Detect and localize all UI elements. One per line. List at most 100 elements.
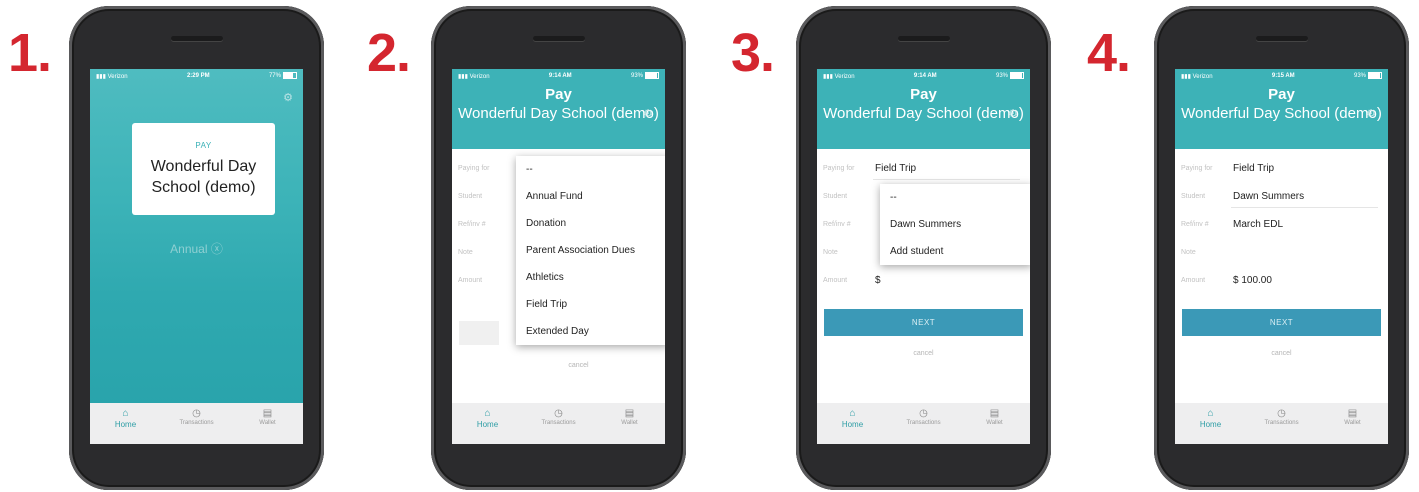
- ref-label: Ref/inv #: [1181, 221, 1209, 228]
- tab-wallet[interactable]: ▤ Wallet: [238, 408, 298, 426]
- tab-wallet-label: Wallet: [986, 420, 1003, 426]
- dropdown-option[interactable]: --: [880, 184, 1030, 211]
- tab-wallet-label: Wallet: [621, 420, 638, 426]
- next-button-hidden: [459, 321, 499, 345]
- phone-1: ▮▮▮ Verizon 2:29 PM 77% ⚙ PAY Wonderful …: [69, 6, 324, 490]
- next-button[interactable]: NEXT: [824, 309, 1023, 336]
- amount-value: $: [875, 275, 881, 286]
- paying-for-value: Field Trip: [1233, 163, 1275, 174]
- cancel-link[interactable]: cancel: [817, 350, 1030, 357]
- note-label: Note: [823, 249, 838, 256]
- carrier-text: Verizon: [834, 73, 855, 80]
- paying-for-row[interactable]: Paying for Field Trip: [1175, 157, 1388, 185]
- next-button[interactable]: NEXT: [1182, 309, 1381, 336]
- paying-for-label: Paying for: [458, 165, 490, 172]
- ref-row[interactable]: Ref/inv # March EDL: [1175, 213, 1388, 241]
- paying-for-label: Paying for: [1181, 165, 1213, 172]
- speaker: [532, 36, 585, 41]
- gear-icon[interactable]: ⚙: [1366, 107, 1376, 120]
- amount-row[interactable]: Amount $: [817, 269, 1030, 297]
- tab-wallet[interactable]: ▤ Wallet: [600, 408, 660, 426]
- paying-for-dropdown[interactable]: -- Annual Fund Donation Parent Associati…: [516, 156, 665, 345]
- dropdown-option[interactable]: Extended Day: [516, 318, 665, 345]
- student-label: Student: [1181, 193, 1206, 200]
- screen-home: ▮▮▮ Verizon 2:29 PM 77% ⚙ PAY Wonderful …: [90, 69, 303, 444]
- step-number-3: 3.: [731, 23, 775, 83]
- home-icon: ⌂: [849, 408, 856, 419]
- wallet-icon: ▤: [262, 408, 273, 419]
- gear-icon[interactable]: ⚙: [1008, 107, 1018, 120]
- amount-value: $ 100.00: [1233, 275, 1272, 286]
- battery-icon: [1368, 72, 1382, 80]
- carrier: ▮▮▮ Verizon: [1181, 73, 1213, 80]
- tab-transactions-label: Transactions: [179, 420, 214, 426]
- battery: 93%: [1353, 72, 1382, 80]
- tab-transactions[interactable]: ◷ Transactions: [894, 408, 954, 426]
- tab-transactions[interactable]: ◷ Transactions: [529, 408, 589, 426]
- battery-text: 93%: [630, 73, 643, 80]
- dropdown-option[interactable]: Field Trip: [516, 291, 665, 318]
- battery-text: 77%: [268, 73, 281, 80]
- dropdown-option[interactable]: Athletics: [516, 264, 665, 291]
- student-row[interactable]: Student Dawn Summers: [1175, 185, 1388, 213]
- tab-home[interactable]: ⌂ Home: [1181, 408, 1241, 429]
- screen-pay-student: ▮▮▮ Verizon 9:14 AM 93% Pay Wonderful Da…: [817, 69, 1030, 444]
- dropdown-option[interactable]: Annual Fund: [516, 183, 665, 210]
- dropdown-option[interactable]: --: [516, 156, 665, 183]
- annual-link[interactable]: Annual ⓧ: [90, 240, 303, 257]
- tab-home[interactable]: ⌂ Home: [458, 408, 518, 429]
- step-number-1: 1.: [8, 23, 52, 83]
- tab-bar: ⌂ Home ◷ Transactions ▤ Wallet: [452, 403, 665, 444]
- tab-home[interactable]: ⌂ Home: [96, 408, 156, 429]
- page-title: Pay: [545, 86, 572, 103]
- tab-wallet[interactable]: ▤ Wallet: [1323, 408, 1383, 426]
- status-bar: ▮▮▮ Verizon 9:14 AM 93%: [817, 69, 1030, 83]
- speaker: [170, 36, 223, 41]
- dropdown-option[interactable]: Dawn Summers: [880, 211, 1030, 238]
- amount-row[interactable]: Amount $ 100.00: [1175, 269, 1388, 297]
- screen-pay-filled: ▮▮▮ Verizon 9:15 AM 93% Pay Wonderful Da…: [1175, 69, 1388, 444]
- gear-icon[interactable]: ⚙: [283, 91, 293, 104]
- school-card[interactable]: PAY Wonderful Day School (demo): [132, 123, 275, 215]
- dropdown-option[interactable]: Add student: [880, 238, 1030, 265]
- amount-label: Amount: [823, 277, 848, 284]
- tab-bar: ⌂ Home ◷ Transactions ▤ Wallet: [90, 403, 303, 444]
- pay-label: PAY: [195, 141, 212, 150]
- clock: 9:15 AM: [1271, 73, 1295, 79]
- step-number-2: 2.: [367, 23, 411, 83]
- tab-bar: ⌂ Home ◷ Transactions ▤ Wallet: [1175, 403, 1388, 444]
- paying-for-row[interactable]: Paying for Field Trip: [817, 157, 1030, 185]
- pay-header: ▮▮▮ Verizon 9:15 AM 93% Pay Wonderful Da…: [1175, 69, 1388, 149]
- school-name: Wonderful Day School (demo): [823, 105, 1024, 122]
- tab-transactions[interactable]: ◷ Transactions: [167, 408, 227, 426]
- student-value: Dawn Summers: [1233, 191, 1305, 202]
- carrier-text: Verizon: [469, 73, 490, 80]
- cancel-link[interactable]: cancel: [1175, 350, 1388, 357]
- cancel-link[interactable]: cancel: [492, 362, 665, 369]
- dropdown-option[interactable]: Donation: [516, 210, 665, 237]
- carrier: ▮▮▮ Verizon: [96, 73, 128, 80]
- tab-transactions-label: Transactions: [906, 420, 941, 426]
- tab-wallet[interactable]: ▤ Wallet: [965, 408, 1025, 426]
- school-name: Wonderful Day School (demo): [1181, 105, 1382, 122]
- battery-text: 93%: [1353, 73, 1366, 80]
- dropdown-option[interactable]: Parent Association Dues: [516, 237, 665, 264]
- tab-transactions[interactable]: ◷ Transactions: [1252, 408, 1312, 426]
- tab-home[interactable]: ⌂ Home: [823, 408, 883, 429]
- school-name: Wonderful Day School (demo): [150, 158, 257, 196]
- note-row[interactable]: Note: [1175, 241, 1388, 269]
- battery: 77%: [268, 72, 297, 80]
- ref-label: Ref/inv #: [823, 221, 851, 228]
- carrier: ▮▮▮ Verizon: [823, 73, 855, 80]
- phone-2: ▮▮▮ Verizon 9:14 AM 93% Pay Wonderful Da…: [431, 6, 686, 490]
- ref-value: March EDL: [1233, 219, 1284, 230]
- step-number-4: 4.: [1087, 23, 1131, 83]
- gear-icon[interactable]: ⚙: [643, 107, 653, 120]
- battery-text: 93%: [995, 73, 1008, 80]
- paying-for-value: Field Trip: [875, 163, 917, 174]
- note-label: Note: [458, 249, 473, 256]
- clock-icon: ◷: [919, 408, 928, 419]
- tab-bar: ⌂ Home ◷ Transactions ▤ Wallet: [817, 403, 1030, 444]
- student-dropdown[interactable]: -- Dawn Summers Add student: [880, 184, 1030, 265]
- clock: 2:29 PM: [186, 73, 210, 79]
